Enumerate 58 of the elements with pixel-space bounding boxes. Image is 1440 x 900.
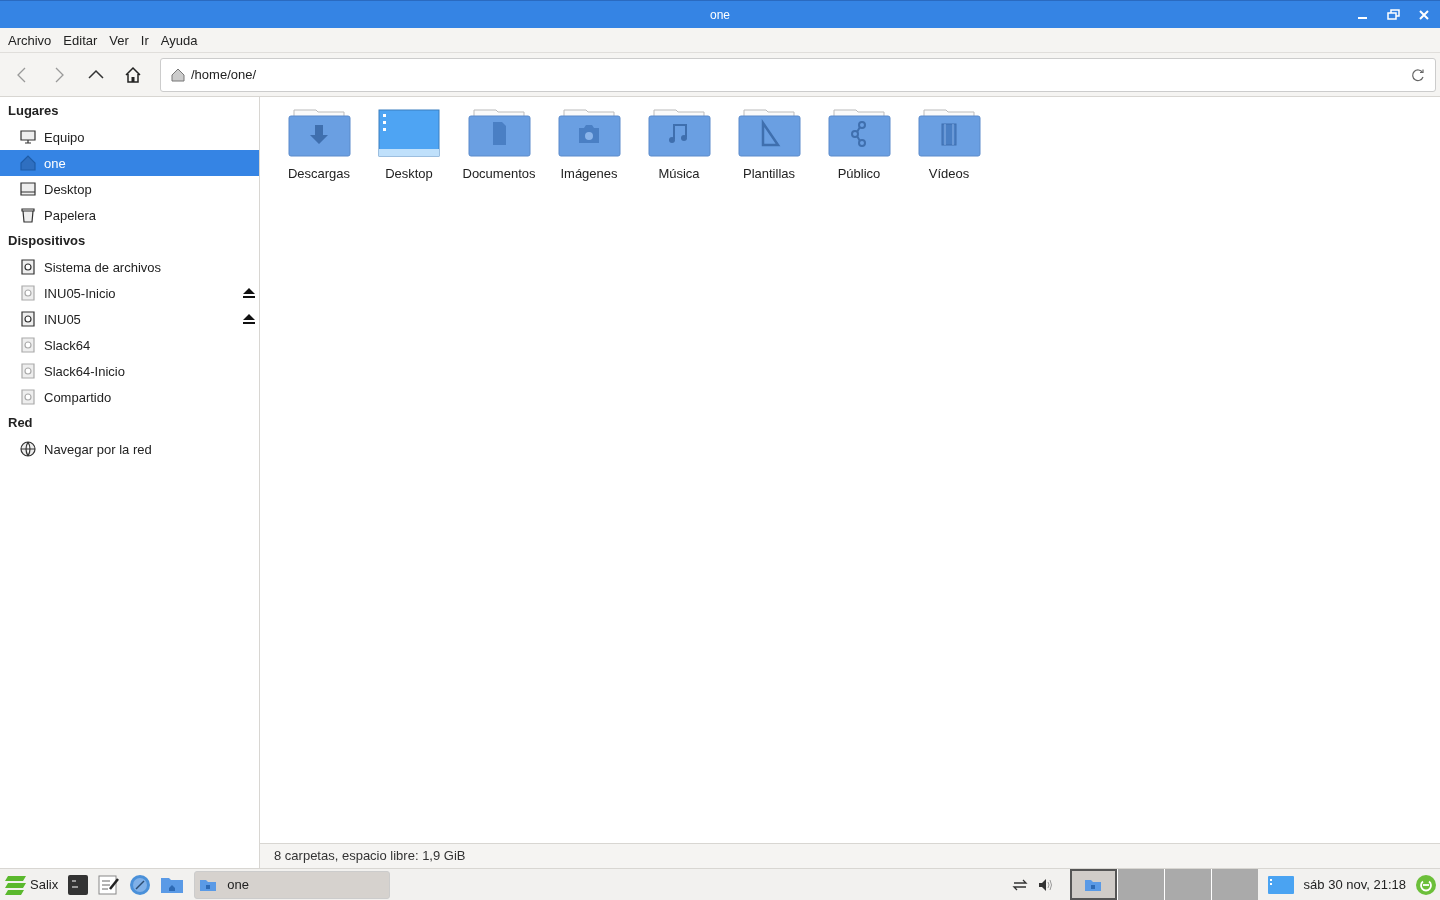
folder-item[interactable]: Desktop [364,109,454,181]
section-heading: Dispositivos [7,232,87,250]
folder-icon [1084,877,1103,892]
folder-item[interactable]: Público [814,109,904,181]
folder-item[interactable]: Música [634,109,724,181]
section-heading: Red [7,414,34,432]
folder-icon [199,877,218,892]
restore-icon[interactable] [1387,8,1400,21]
menu-item[interactable]: Ir [134,32,155,48]
sidebar-item[interactable]: Papelera [0,202,259,228]
close-icon[interactable] [1418,8,1430,21]
workspace-button[interactable] [1069,869,1117,900]
window-title: one [709,7,731,22]
sidebar-item[interactable]: Navegar por la red [0,436,259,462]
sidebar-item[interactable]: one [0,150,259,176]
folder-item[interactable]: Documentos [454,109,544,181]
text-editor-icon[interactable] [98,874,121,895]
folder-camera-icon [557,109,621,157]
section-heading: Lugares [7,102,60,120]
folder-template-icon [737,109,801,157]
menu-item[interactable]: Archivo [2,32,58,48]
folder-music-icon [647,109,711,157]
taskbar-window-button[interactable]: one [194,870,391,899]
sidebar-item[interactable]: Desktop [0,176,259,202]
folder-download-icon [287,109,351,157]
sidebar-item[interactable]: INU05-Inicio [0,280,259,306]
terminal-icon[interactable] [68,874,89,895]
sidebar-item[interactable]: Compartido [0,384,259,410]
network-arrows-icon[interactable] [1011,877,1028,892]
status-text: 8 carpetas, espacio libre: 1,9 GiB [260,843,1440,868]
sidebar-item[interactable]: Slack64-Inicio [0,358,259,384]
folder-share-icon [827,109,891,157]
menu-item[interactable]: Ayuda [154,32,204,48]
clock[interactable]: sáb 30 nov, 21:18 [1303,877,1406,892]
logo-icon [4,874,26,895]
sidebar-item[interactable]: Slack64 [0,332,259,358]
menu-item[interactable]: Ver [103,32,135,48]
start-button[interactable]: Salix [4,874,59,895]
eject-icon[interactable] [243,288,255,298]
folder-item[interactable]: Descargas [274,109,364,181]
sidebar-item[interactable]: Sistema de archivos [0,254,259,280]
folder-video-icon [917,109,981,157]
sidebar-item[interactable]: Equipo [0,124,259,150]
eject-icon[interactable] [243,314,255,324]
folder-item[interactable]: Plantillas [724,109,814,181]
location-field[interactable]: /home/one/ [160,57,1436,92]
folder-icon[interactable] [160,875,185,894]
sidebar-item[interactable]: INU05 [0,306,259,332]
folder-document-icon [467,109,531,157]
desktop-icon [377,109,441,157]
folder-item[interactable]: Imágenes [544,109,634,181]
reload-icon[interactable] [1411,67,1425,82]
path-text: /home/one/ [191,67,258,82]
home-icon [171,67,185,82]
volume-icon[interactable] [1037,877,1054,892]
folder-item[interactable]: Vídeos [904,109,994,181]
home-icon[interactable] [123,64,143,85]
menu-item[interactable]: Editar [57,32,104,48]
